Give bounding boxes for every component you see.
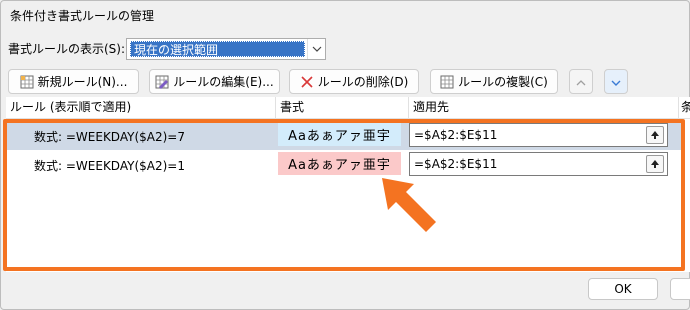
delete-rule-label: ルールの削除(D): [317, 75, 409, 89]
chevron-down-icon[interactable]: [307, 39, 325, 59]
delete-rule-button[interactable]: ルールの削除(D): [289, 69, 419, 94]
cancel-button[interactable]: [670, 278, 690, 300]
edit-rule-label: ルールの編集(E)...: [173, 75, 274, 89]
column-header-rule[interactable]: ルール (表示順で適用): [6, 97, 276, 119]
show-rules-label: 書式ルールの表示(S):: [8, 42, 126, 56]
new-rule-label: 新規ルール(N)...: [37, 75, 128, 89]
duplicate-rule-label: ルールの複製(C): [458, 75, 548, 89]
move-up-button[interactable]: [569, 69, 593, 94]
new-rule-icon: [20, 75, 34, 89]
close-icon: [300, 75, 314, 89]
column-header-format[interactable]: 書式: [276, 97, 409, 119]
chevron-up-icon: [576, 75, 586, 89]
rules-list-header: ルール (表示順で適用) 書式 適用先 条: [6, 97, 690, 119]
column-header-applies-to[interactable]: 適用先: [409, 97, 679, 119]
duplicate-rule-button[interactable]: ルールの複製(C): [430, 69, 558, 94]
dialog-title: 条件付き書式ルールの管理: [10, 9, 155, 23]
duplicate-rule-icon: [440, 75, 454, 89]
edit-rule-button[interactable]: ルールの編集(E)...: [149, 69, 280, 94]
arrow-annotation-icon: [380, 176, 440, 239]
chevron-down-icon: [611, 75, 621, 89]
show-rules-selected: 現在の選択範囲: [130, 41, 305, 57]
ok-button[interactable]: OK: [588, 278, 658, 300]
highlight-box: [3, 119, 685, 271]
move-down-button[interactable]: [604, 69, 628, 94]
edit-rule-icon: [155, 75, 169, 89]
show-rules-select[interactable]: 現在の選択範囲: [126, 38, 326, 60]
column-header-stop-if-true[interactable]: 条: [679, 97, 690, 119]
new-rule-button[interactable]: 新規ルール(N)...: [8, 69, 139, 94]
